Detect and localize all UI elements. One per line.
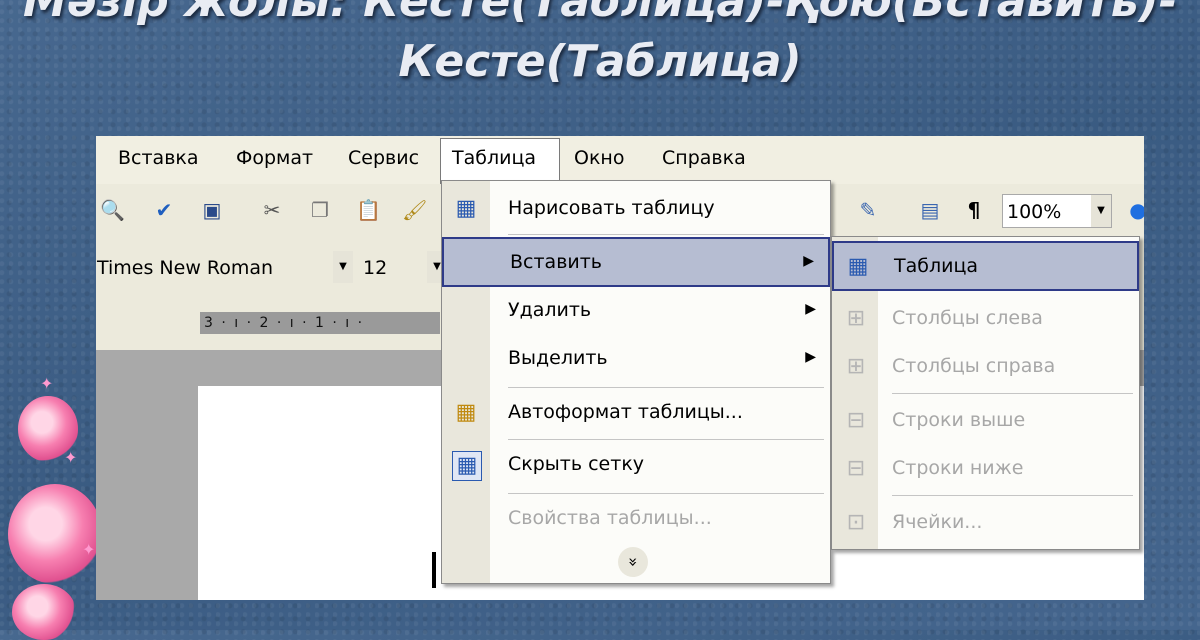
text-cursor xyxy=(432,552,436,588)
menu-item-label: Вставить xyxy=(510,251,603,273)
menu-separator xyxy=(892,393,1133,394)
chevron-down-icon[interactable]: ▼ xyxy=(333,251,353,283)
submenu-arrow-icon: ▶ xyxy=(803,253,814,269)
print-preview-icon[interactable]: 🔍 xyxy=(100,198,125,222)
font-size-value: 12 xyxy=(363,257,388,279)
paste-icon[interactable]: 📋 xyxy=(356,198,381,222)
menu-help[interactable]: Справка xyxy=(662,147,746,169)
columns-right-icon: ⊞ xyxy=(846,354,866,379)
menu-item-table-properties[interactable]: Свойства таблицы... xyxy=(442,495,830,545)
chevron-down-icon[interactable]: ▼ xyxy=(1091,195,1111,227)
format-painter-icon[interactable]: 🖌 xyxy=(402,198,427,222)
horizontal-ruler[interactable]: 3 · ı · 2 · ı · 1 · ı · xyxy=(200,312,440,334)
zoom-value: 100% xyxy=(1007,201,1062,223)
sparkle-icon: ✦ xyxy=(64,448,78,467)
menu-item-label: Столбцы справа xyxy=(892,355,1056,377)
menu-separator xyxy=(508,493,824,494)
menu-item-autoformat[interactable]: ▦ Автоформат таблицы... xyxy=(442,389,830,439)
menu-bar: Вставка Формат Сервис Таблица Окно Справ… xyxy=(96,136,1144,185)
submenu-item-columns-left[interactable]: ⊞ Столбцы слева xyxy=(832,295,1139,345)
expand-menu-icon[interactable]: » xyxy=(618,547,648,577)
menu-table[interactable]: Таблица xyxy=(452,147,536,169)
research-icon[interactable]: ▣ xyxy=(200,198,224,222)
help-icon[interactable]: ● xyxy=(1126,198,1144,222)
submenu-item-cells[interactable]: ⊡ Ячейки... xyxy=(832,499,1139,549)
menu-item-label: Нарисовать таблицу xyxy=(508,197,715,219)
menu-item-label: Свойства таблицы... xyxy=(508,507,712,529)
menu-item-label: Таблица xyxy=(894,255,979,277)
slide-title-line-2: Кесте(Таблица) xyxy=(398,36,802,87)
menu-separator xyxy=(508,387,824,388)
document-map-icon[interactable]: ▤ xyxy=(918,198,942,222)
zoom-combo[interactable]: 100% ▼ xyxy=(1002,194,1112,228)
menu-item-draw-table[interactable]: ▦ Нарисовать таблицу xyxy=(442,185,830,235)
submenu-arrow-icon: ▶ xyxy=(805,301,816,317)
menu-item-label: Столбцы слева xyxy=(892,307,1043,329)
table-menu: ▦ Нарисовать таблицу Вставить ▶ Удалить … xyxy=(441,180,831,584)
slide-title-line-1: Мәзір жолы: Кесте(Таблица)-Қою(Вставить)… xyxy=(23,0,1177,27)
rose-decoration xyxy=(8,484,102,584)
insert-table-icon: ▦ xyxy=(847,254,869,279)
submenu-item-rows-above[interactable]: ⊟ Строки выше xyxy=(832,397,1139,447)
menu-item-label: Автоформат таблицы... xyxy=(508,401,743,423)
columns-left-icon: ⊞ xyxy=(846,306,866,331)
font-name-value: Times New Roman xyxy=(97,257,274,279)
rows-below-icon: ⊟ xyxy=(846,456,866,481)
spelling-icon[interactable]: ✔ xyxy=(152,198,176,222)
menu-item-label: Ячейки... xyxy=(892,511,983,533)
show-hide-icon[interactable]: ¶ xyxy=(962,198,986,222)
cells-icon: ⊡ xyxy=(846,510,866,535)
menu-separator xyxy=(508,439,824,440)
hide-gridlines-icon: ▦ xyxy=(452,451,482,481)
menu-item-label: Скрыть сетку xyxy=(508,453,645,475)
submenu-item-rows-below[interactable]: ⊟ Строки ниже xyxy=(832,445,1139,495)
menu-item-insert[interactable]: Вставить ▶ xyxy=(442,237,830,287)
draw-table-icon: ▦ xyxy=(455,196,477,221)
drawing-icon[interactable]: ✎ xyxy=(856,198,880,222)
submenu-item-table[interactable]: ▦ Таблица xyxy=(832,241,1139,291)
sparkle-icon: ✦ xyxy=(82,540,96,559)
menu-window[interactable]: Окно xyxy=(574,147,624,169)
cut-icon[interactable]: ✂ xyxy=(260,198,284,222)
menu-item-label: Строки выше xyxy=(892,409,1026,431)
menu-item-hide-gridlines[interactable]: ▦ Скрыть сетку xyxy=(442,441,830,491)
menu-tools[interactable]: Сервис xyxy=(348,147,419,169)
menu-separator xyxy=(508,234,824,235)
menu-item-label: Удалить xyxy=(508,299,592,321)
sparkle-icon: ✦ xyxy=(40,374,54,393)
font-name-combo[interactable]: Times New Roman ▼ xyxy=(96,250,354,284)
submenu-item-columns-right[interactable]: ⊞ Столбцы справа xyxy=(832,343,1139,393)
submenu-arrow-icon: ▶ xyxy=(805,349,816,365)
autoformat-table-icon: ▦ xyxy=(455,400,477,425)
rose-decoration xyxy=(12,584,76,640)
menu-separator xyxy=(892,495,1133,496)
menu-item-select[interactable]: Выделить ▶ xyxy=(442,335,830,385)
menu-format[interactable]: Формат xyxy=(236,147,313,169)
menu-item-label: Выделить xyxy=(508,347,608,369)
menu-item-delete[interactable]: Удалить ▶ xyxy=(442,287,830,337)
menu-insert[interactable]: Вставка xyxy=(118,147,199,169)
rows-above-icon: ⊟ xyxy=(846,408,866,433)
copy-icon[interactable]: ❐ xyxy=(308,198,332,222)
insert-submenu: ▦ Таблица ⊞ Столбцы слева ⊞ Столбцы спра… xyxy=(831,236,1140,550)
font-size-combo[interactable]: 12 ▼ xyxy=(358,250,448,284)
menu-item-label: Строки ниже xyxy=(892,457,1024,479)
